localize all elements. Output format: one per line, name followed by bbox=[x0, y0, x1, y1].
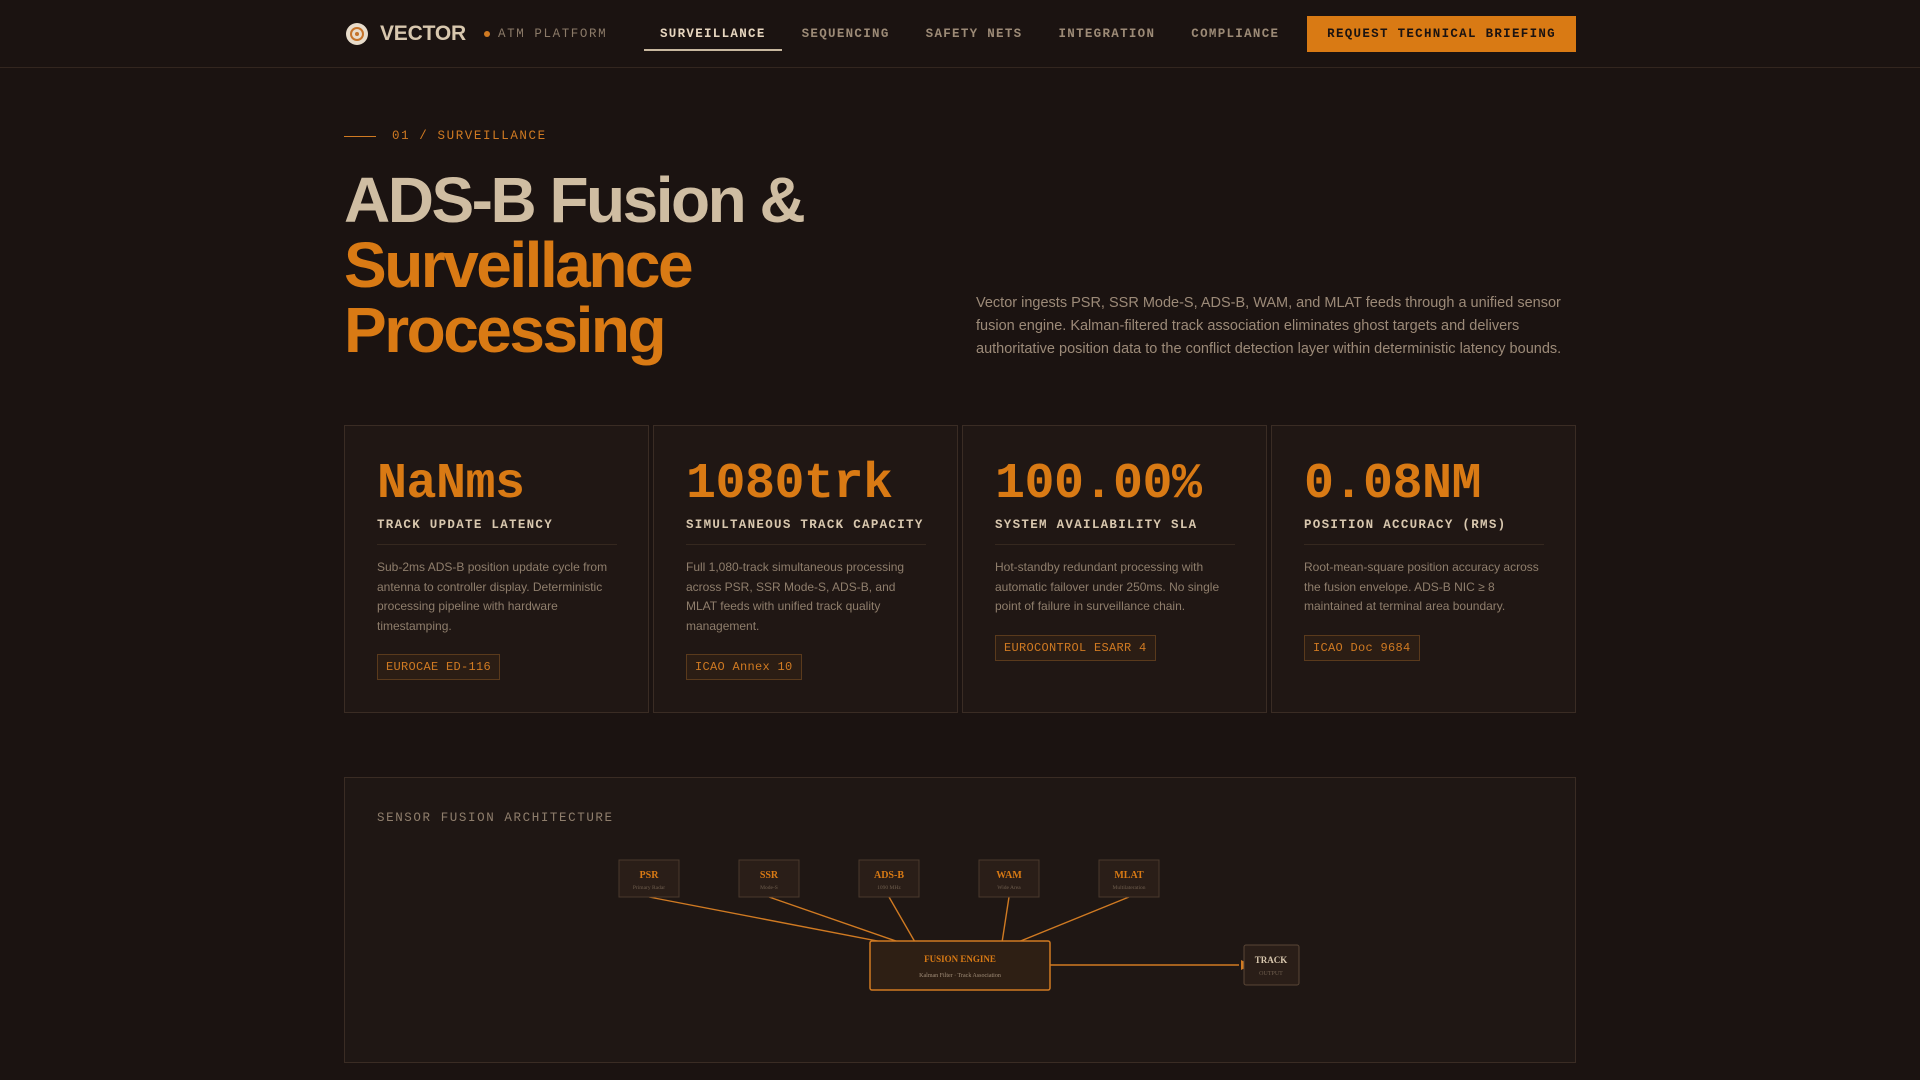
nav-item-sequencing[interactable]: SEQUENCING bbox=[786, 0, 906, 68]
nav-item-safety-nets[interactable]: SAFETY NETS bbox=[910, 0, 1039, 68]
sensor-sub: Mode-S bbox=[760, 885, 778, 891]
nav-item-surveillance[interactable]: SURVEILLANCE bbox=[644, 0, 782, 68]
sensor-adsb: ADS-B 1090 MHz bbox=[858, 859, 920, 898]
metrics-grid: NaNms TRACK UPDATE LATENCY Sub-2ms ADS-B… bbox=[344, 425, 1576, 713]
metric-value: NaNms bbox=[377, 456, 525, 513]
metric-description: Root-mean-square position accuracy acros… bbox=[1304, 560, 1539, 613]
sensor-name: MLAT bbox=[1114, 870, 1144, 881]
output-name: TRACK bbox=[1255, 955, 1288, 965]
title-line-2: Surveillance bbox=[344, 229, 694, 301]
fusion-diagram: PSR Primary Radar SSR Mode-S ADS-B 1090 … bbox=[618, 859, 1300, 991]
sensor-wam: WAM Wide Area bbox=[978, 859, 1040, 898]
metric-card-latency: NaNms TRACK UPDATE LATENCY Sub-2ms ADS-B… bbox=[344, 425, 649, 713]
metric-value: 1080trk bbox=[686, 456, 893, 513]
metric-label: SYSTEM AVAILABILITY SLA bbox=[995, 518, 1235, 545]
metric-description: Sub-2ms ADS-B position update cycle from… bbox=[377, 560, 608, 633]
hero-description: Vector ingests PSR, SSR Mode-S, ADS-B, W… bbox=[976, 295, 1562, 357]
metric-value: 100.00% bbox=[995, 456, 1202, 513]
sensor-ssr: SSR Mode-S bbox=[738, 859, 800, 898]
request-briefing-button[interactable]: REQUEST TECHNICAL BRIEFING bbox=[1307, 16, 1576, 52]
track-output-node: TRACK OUTPUT bbox=[1243, 944, 1300, 986]
architecture-panel: SENSOR FUSION ARCHITECTURE PSR Primary R… bbox=[344, 777, 1576, 1063]
top-navigation: VECTOR ATM PLATFORM SURVEILLANCE SEQUENC… bbox=[0, 0, 1920, 68]
metric-card-availability: 100.00% SYSTEM AVAILABILITY SLA Hot-stan… bbox=[962, 425, 1267, 713]
eyebrow-divider bbox=[344, 135, 376, 137]
sensor-name: ADS-B bbox=[874, 870, 904, 881]
metric-value: 0.08NM bbox=[1304, 456, 1482, 513]
main-menu: SURVEILLANCE SEQUENCING SAFETY NETS INTE… bbox=[644, 0, 1299, 68]
metric-description: Hot-standby redundant processing with au… bbox=[995, 560, 1220, 613]
sensor-psr: PSR Primary Radar bbox=[618, 859, 680, 898]
sensor-sub: 1090 MHz bbox=[877, 885, 901, 891]
engine-name: FUSION ENGINE bbox=[924, 954, 996, 964]
sensor-sub: Primary Radar bbox=[633, 885, 665, 891]
title-line-1: ADS-B Fusion & bbox=[344, 164, 806, 236]
radar-logo-icon bbox=[346, 23, 368, 45]
standard-badge: ICAO Annex 10 bbox=[686, 654, 802, 680]
platform-label: ATM PLATFORM bbox=[484, 27, 607, 41]
title-line-3: Processing bbox=[344, 294, 667, 366]
standard-badge: ICAO Doc 9684 bbox=[1304, 635, 1420, 661]
metric-card-accuracy: 0.08NM POSITION ACCURACY (RMS) Root-mean… bbox=[1271, 425, 1576, 713]
metric-description: Full 1,080-track simultaneous processing… bbox=[686, 560, 905, 633]
metric-label: TRACK UPDATE LATENCY bbox=[377, 518, 617, 545]
sensor-mlat: MLAT Multilateration bbox=[1098, 859, 1160, 898]
nav-item-integration[interactable]: INTEGRATION bbox=[1042, 0, 1171, 68]
metric-label: POSITION ACCURACY (RMS) bbox=[1304, 518, 1544, 545]
sensor-sub: Multilateration bbox=[1113, 885, 1146, 891]
section-eyebrow: 01 / SURVEILLANCE bbox=[344, 129, 547, 143]
brand-logo[interactable]: VECTOR bbox=[346, 22, 466, 46]
standard-badge: EUROCONTROL ESARR 4 bbox=[995, 635, 1156, 661]
sensor-sub: Wide Area bbox=[997, 885, 1021, 891]
standard-badge: EUROCAE ED-116 bbox=[377, 654, 501, 680]
page-title: ADS-B Fusion & Surveillance Processing bbox=[344, 168, 964, 363]
sensor-name: PSR bbox=[640, 870, 660, 881]
metric-card-capacity: 1080trk SIMULTANEOUS TRACK CAPACITY Full… bbox=[653, 425, 958, 713]
nav-item-compliance[interactable]: COMPLIANCE bbox=[1175, 0, 1295, 68]
output-sub: OUTPUT bbox=[1259, 971, 1283, 977]
metric-label: SIMULTANEOUS TRACK CAPACITY bbox=[686, 518, 926, 545]
status-dot-icon bbox=[484, 31, 490, 37]
brand-name: VECTOR bbox=[380, 22, 466, 45]
eyebrow-text: 01 / SURVEILLANCE bbox=[392, 129, 547, 143]
sensor-name: WAM bbox=[996, 870, 1022, 881]
sensor-name: SSR bbox=[760, 870, 779, 881]
platform-text: ATM PLATFORM bbox=[498, 27, 608, 41]
engine-sub: Kalman Filter · Track Association bbox=[919, 973, 1001, 979]
fusion-engine-node: FUSION ENGINE Kalman Filter · Track Asso… bbox=[869, 940, 1051, 991]
